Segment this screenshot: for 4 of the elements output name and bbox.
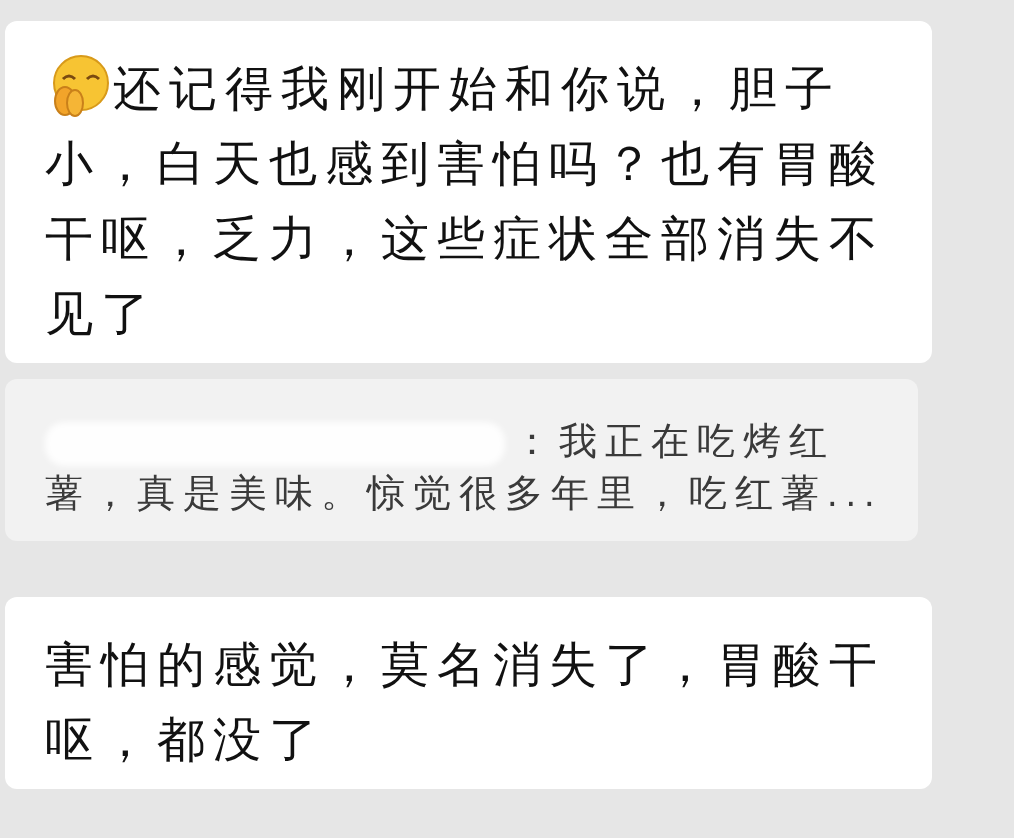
message-text: ：我正在吃烤红薯，真是美味。惊觉很多年里，吃红薯... (45, 420, 883, 514)
message-text: 还记得我刚开始和你说，胆子 (113, 61, 841, 117)
message-text: 害怕的感觉，莫名消失了，胃酸干呕，都没了 (45, 637, 886, 768)
message-text: 小，白天也感到害怕吗？也有胃酸干呕，乏力，这些症状全部消失不见了 (45, 136, 886, 342)
